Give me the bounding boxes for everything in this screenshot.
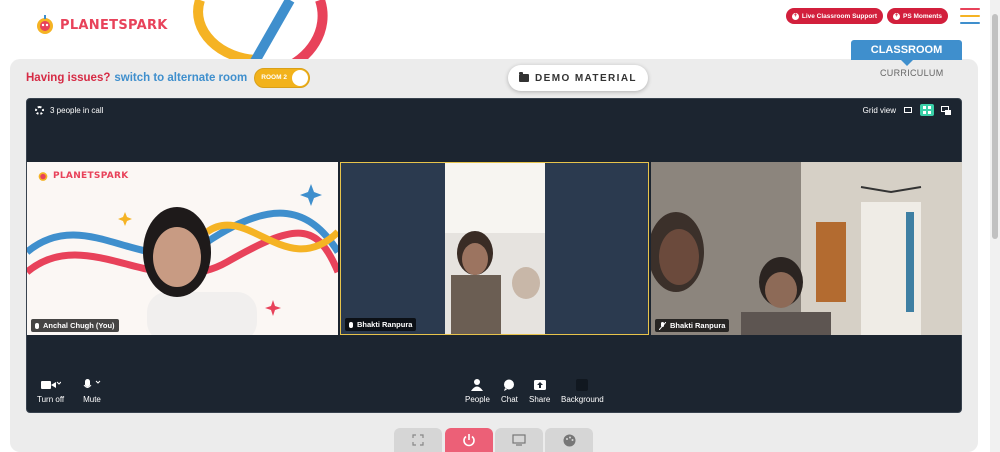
ps-moments-button[interactable]: + PS Moments: [886, 8, 948, 24]
logo-text-planet: PLANET: [53, 171, 94, 181]
tab-classroom[interactable]: CLASSROOM: [851, 40, 962, 66]
logo-text-planet: PLANET: [60, 17, 119, 33]
participant-name-tag: Anchal Chugh (You): [31, 319, 119, 332]
video-tile-participant[interactable]: Bhakti Ranpura: [651, 162, 962, 335]
settings-icon[interactable]: [35, 105, 44, 115]
logo-text-spark: SPARK: [93, 171, 129, 181]
participant-name: Bhakti Ranpura: [670, 321, 726, 330]
fullscreen-icon: [412, 434, 424, 446]
logo-text-spark: SPARK: [118, 17, 168, 33]
folder-icon: [519, 72, 530, 82]
people-count: 3 people in call: [50, 105, 104, 115]
video-tile-self[interactable]: PLANETSPARK Anchal Chugh (You): [27, 162, 338, 335]
end-call-button[interactable]: [445, 428, 493, 452]
background-icon: [576, 379, 589, 391]
participant-name-tag: Bhakti Ranpura: [345, 318, 417, 331]
chat-button[interactable]: Chat: [501, 378, 518, 404]
ps-moments-label: PS Moments: [902, 12, 942, 20]
screen-button[interactable]: [495, 428, 543, 452]
share-button[interactable]: Share: [529, 378, 550, 404]
share-label: Share: [529, 395, 551, 404]
plus-icon: +: [892, 12, 900, 20]
microphone-muted-icon: [659, 321, 666, 330]
monitor-icon: [512, 434, 526, 446]
video-camera-icon: [40, 381, 61, 389]
participant-name-tag: Bhakti Ranpura: [655, 319, 730, 332]
share-screen-icon: [533, 380, 546, 390]
menu-icon[interactable]: [960, 8, 980, 24]
call-header: 3 people in call Grid view: [27, 99, 961, 121]
page-scrollbar[interactable]: [990, 0, 1000, 452]
microphone-icon: [349, 321, 353, 328]
rocket-mascot-icon: [37, 15, 53, 34]
call-controls: Turn off Mute People Chat Share Backgrou…: [27, 372, 961, 412]
issues-text: Having issues?: [26, 72, 111, 84]
microphone-icon: [83, 379, 101, 388]
video-call-panel: 3 people in call Grid view PLANETSPARK A…: [26, 98, 962, 413]
grid-view-label: Grid view: [862, 105, 896, 115]
person-icon: [471, 379, 484, 391]
power-icon: [463, 434, 475, 447]
live-support-label: Live Classroom Support: [801, 12, 877, 20]
live-classroom-support-button[interactable]: + Live Classroom Support: [785, 8, 883, 24]
people-label: People: [465, 395, 490, 404]
participant-video: [27, 184, 338, 335]
whiteboard-palette-button[interactable]: [545, 428, 593, 452]
camera-label: Turn off: [37, 395, 65, 404]
sidebar-view-icon[interactable]: [901, 104, 915, 116]
palette-icon: [563, 434, 575, 446]
mute-button[interactable]: Mute: [83, 378, 101, 404]
rocket-mascot-icon: [38, 172, 48, 181]
switch-room-link[interactable]: switch to alternate room: [114, 72, 247, 84]
background-button[interactable]: Background: [561, 378, 604, 404]
tab-curriculum[interactable]: CURRICULUM: [880, 68, 944, 78]
alternate-room-bar: Having issues? switch to alternate room …: [26, 68, 311, 88]
planetspark-logo[interactable]: PLANETSPARK: [34, 14, 168, 36]
demo-material-button[interactable]: DEMO MATERIAL: [508, 65, 648, 91]
participant-name: Anchal Chugh (You): [43, 321, 115, 330]
grid-view-icon[interactable]: [920, 104, 934, 116]
camera-toggle-button[interactable]: Turn off: [37, 378, 64, 404]
chat-label: Chat: [501, 395, 518, 404]
room-toggle[interactable]: ROOM 2: [254, 68, 311, 88]
fullscreen-button[interactable]: [394, 428, 442, 452]
video-tile-active-speaker[interactable]: Bhakti Ranpura: [340, 162, 649, 335]
participant-video: [445, 163, 545, 334]
microphone-icon: [35, 322, 39, 329]
mute-label: Mute: [83, 395, 101, 404]
participant-name: Bhakti Ranpura: [357, 320, 413, 329]
plus-icon: +: [791, 12, 799, 20]
toggle-knob: [292, 70, 309, 86]
chat-bubble-icon: [504, 379, 515, 391]
participant-video: [651, 162, 962, 335]
demo-material-label: DEMO MATERIAL: [535, 72, 637, 84]
people-button[interactable]: People: [465, 378, 490, 404]
background-label: Background: [561, 395, 604, 404]
picture-in-picture-icon[interactable]: [939, 104, 953, 116]
room-toggle-label: ROOM 2: [261, 74, 287, 81]
tile-logo: PLANETSPARK: [37, 170, 129, 182]
